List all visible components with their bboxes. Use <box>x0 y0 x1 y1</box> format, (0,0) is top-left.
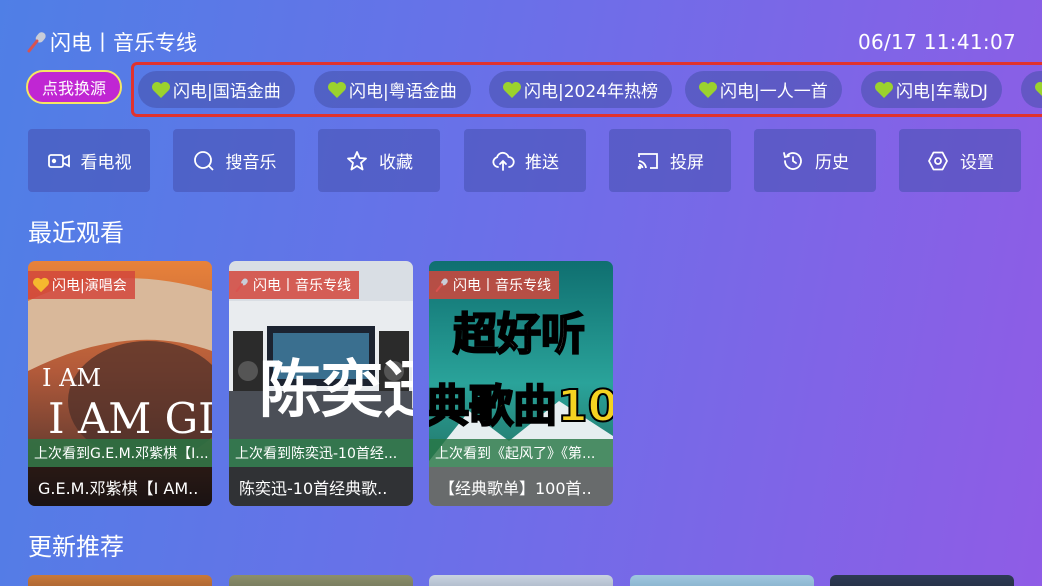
card-tag-label: 闪电丨音乐专线 <box>453 278 551 294</box>
chip-mandarin-hits[interactable]: 闪电|国语金曲 <box>138 71 295 108</box>
chip-label: 闪电|2024年热榜 <box>524 82 658 102</box>
nav-label: 投屏 <box>670 153 704 173</box>
chip-cantonese-hits[interactable]: 闪电|粤语金曲 <box>314 71 471 108</box>
card-history: 上次看到G.E.M.邓紫棋【I... <box>28 439 212 467</box>
switch-source-button[interactable]: 点我换源 <box>26 70 122 104</box>
chip-2024-charts[interactable]: 闪电|2024年热榜 <box>489 71 672 108</box>
cover-art-text: I AM GLORIA <box>48 394 212 443</box>
card-title: G.E.M.邓紫棋【I AM.. <box>28 467 212 506</box>
nav-label: 搜音乐 <box>225 153 277 173</box>
section-title-recommended: 更新推荐 <box>28 533 124 561</box>
category-chip-bar: 闪电|国语金曲 闪电|粤语金曲 闪电|2024年热榜 闪电|一人一首 闪电|车载… <box>131 62 1042 117</box>
recent-card-classic-100[interactable]: 超好听 典歌曲100 闪电丨音乐专线 上次看到《起风了》《第... 【经典歌单】… <box>429 261 613 506</box>
chip-one-song-each[interactable]: 闪电|一人一首 <box>685 71 842 108</box>
history-button[interactable]: 历史 <box>754 129 876 192</box>
clock: 06/17 11:41:07 <box>857 30 1016 54</box>
recommended-card[interactable] <box>630 575 814 586</box>
push-button[interactable]: 推送 <box>464 129 586 192</box>
settings-button[interactable]: 设置 <box>899 129 1021 192</box>
recommended-card[interactable] <box>429 575 613 586</box>
recommended-card[interactable] <box>830 575 1014 586</box>
heart-icon <box>875 81 893 98</box>
heart-icon <box>33 277 49 293</box>
microphone-icon <box>235 278 248 292</box>
recent-card-eason[interactable]: 陈奕迅 闪电丨音乐专线 上次看到陈奕迅-10首经... 陈奕迅-10首经典歌.. <box>229 261 413 506</box>
nav-label: 看电视 <box>80 153 132 173</box>
search-icon <box>193 150 214 171</box>
heart-icon <box>503 81 521 98</box>
card-tag: 闪电丨音乐专线 <box>429 271 559 299</box>
video-camera-icon <box>47 153 70 168</box>
app-title: 闪电丨音乐专线 <box>50 31 197 55</box>
chip-label: 闪电|国语金曲 <box>173 82 281 102</box>
watch-tv-button[interactable]: 看电视 <box>28 129 150 192</box>
chip-overflow[interactable] <box>1021 71 1042 108</box>
recent-card-gem[interactable]: I AM I AM GLORIA 闪电|演唱会 上次看到G.E.M.邓紫棋【I.… <box>28 261 212 506</box>
card-tag-label: 闪电|演唱会 <box>52 278 127 294</box>
chip-label: 闪电|车载DJ <box>896 82 988 102</box>
nav-label: 历史 <box>815 153 849 173</box>
settings-icon <box>928 151 948 170</box>
recommended-card[interactable] <box>28 575 212 586</box>
cloud-upload-icon <box>492 151 515 171</box>
nav-label: 设置 <box>960 153 994 173</box>
recommended-card[interactable] <box>229 575 413 586</box>
card-tag-label: 闪电丨音乐专线 <box>253 278 351 294</box>
chip-car-dj[interactable]: 闪电|车载DJ <box>861 71 1002 108</box>
star-icon <box>347 150 367 170</box>
svg-text:I AM: I AM <box>42 364 101 392</box>
heart-icon <box>1035 81 1042 96</box>
card-history: 上次看到《起风了》《第... <box>429 439 613 467</box>
cover-art-text-top: 超好听 <box>453 309 585 360</box>
card-tag: 闪电|演唱会 <box>28 271 135 299</box>
history-icon <box>783 151 802 170</box>
cover-art-text-bottom: 典歌曲100 <box>429 381 613 432</box>
microphone-icon <box>435 278 448 292</box>
favorites-button[interactable]: 收藏 <box>318 129 440 192</box>
cover-art-text: 陈奕迅 <box>259 353 413 426</box>
card-title: 【经典歌单】100首.. <box>429 467 613 506</box>
cast-screen-button[interactable]: 投屏 <box>609 129 731 192</box>
heart-icon <box>152 81 170 98</box>
nav-label: 推送 <box>525 153 559 173</box>
search-music-button[interactable]: 搜音乐 <box>173 129 295 192</box>
heart-icon <box>699 81 717 98</box>
app-header: 闪电丨音乐专线 <box>26 28 197 56</box>
microphone-icon <box>27 32 46 53</box>
chip-label: 闪电|粤语金曲 <box>349 82 457 102</box>
nav-label: 收藏 <box>379 153 413 173</box>
card-tag: 闪电丨音乐专线 <box>229 271 359 299</box>
cast-icon <box>637 152 658 169</box>
chip-label: 闪电|一人一首 <box>720 82 828 102</box>
card-history: 上次看到陈奕迅-10首经... <box>229 439 413 467</box>
card-title: 陈奕迅-10首经典歌.. <box>229 467 413 506</box>
section-title-recent: 最近观看 <box>28 219 124 247</box>
heart-icon <box>328 81 346 98</box>
